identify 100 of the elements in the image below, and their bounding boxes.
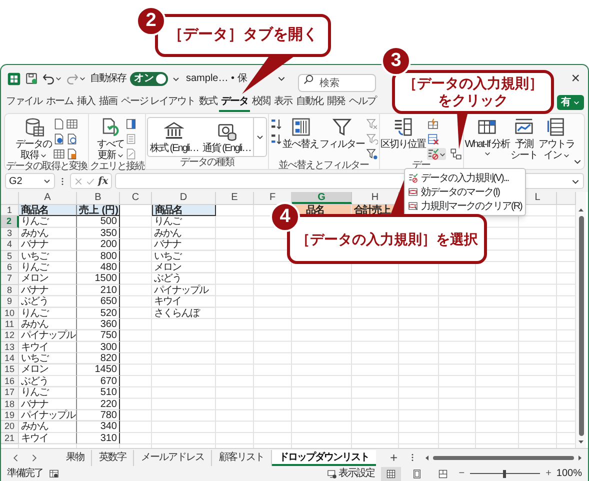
vertical-scrollbar[interactable] xyxy=(576,192,586,448)
row-header[interactable]: 7 xyxy=(1,273,19,285)
web-document-icon[interactable] xyxy=(66,133,78,145)
table-cell: バナナ xyxy=(19,284,77,296)
zoom-slider[interactable] xyxy=(470,468,540,478)
what-if-button[interactable]: What-If 分析 xyxy=(464,117,510,157)
clear-filter-icon[interactable] xyxy=(366,118,378,130)
menu-tab[interactable]: 自動化 xyxy=(294,92,325,112)
row-header[interactable]: 1 xyxy=(1,205,19,216)
row-header[interactable]: 19 xyxy=(1,410,19,422)
table-cell: ぶどう xyxy=(152,273,216,285)
link-document-icon[interactable] xyxy=(125,148,137,160)
forecast-sheet-button[interactable]: 予測 シート xyxy=(510,117,538,161)
row-header[interactable]: 4 xyxy=(1,239,19,251)
menu-tab[interactable]: ヘルプ xyxy=(346,92,378,112)
sort-button[interactable]: 並べ替え xyxy=(282,117,319,150)
table-cell: メロン xyxy=(152,262,216,274)
normal-view-icon xyxy=(386,468,396,478)
row-header[interactable]: 17 xyxy=(1,387,19,399)
share-button[interactable]: 有 xyxy=(557,94,584,110)
row-header[interactable]: 8 xyxy=(1,284,19,296)
row-header[interactable]: 15 xyxy=(1,364,19,376)
zoom-in-button[interactable]: + xyxy=(546,466,550,481)
remove-duplicates-icon[interactable] xyxy=(426,133,439,145)
insert-function-label[interactable]: fx xyxy=(98,174,108,188)
menu-tab[interactable]: 挿入 xyxy=(75,92,97,112)
table-cell: 210 xyxy=(77,284,120,296)
autosave-label: 自動保存 xyxy=(90,72,126,86)
table-cell: 310 xyxy=(77,432,120,444)
flash-fill-icon[interactable] xyxy=(426,118,439,130)
close-button[interactable]: × xyxy=(567,71,584,86)
status-text: 準備完了 xyxy=(7,466,43,481)
menu-tab[interactable]: ホーム xyxy=(44,92,75,112)
table-icon[interactable] xyxy=(66,118,78,130)
text-to-columns-button[interactable]: 区切り位置 xyxy=(380,117,426,150)
row-header[interactable]: 3 xyxy=(1,228,19,240)
column-header[interactable]: A xyxy=(19,192,77,204)
data-type-button[interactable]: 通貨 (Engli… xyxy=(200,118,253,156)
callout: ［データの入力規則］をクリック xyxy=(392,70,554,114)
panel-icon[interactable] xyxy=(125,118,137,130)
autosave-toggle[interactable]: オン xyxy=(130,72,168,86)
bank-icon xyxy=(164,120,184,140)
step-badge: 2 xyxy=(136,6,166,36)
sheet-tab[interactable]: ドロップダウンリスト xyxy=(272,450,376,466)
row-header[interactable]: 16 xyxy=(1,376,19,388)
add-sheet-button[interactable]: + xyxy=(390,451,398,464)
step-badge: 3 xyxy=(381,46,411,76)
row-header[interactable]: 20 xyxy=(1,421,19,433)
name-box[interactable]: G2 xyxy=(5,173,55,189)
column-header[interactable]: C xyxy=(120,192,152,204)
sort-descending-icon[interactable] xyxy=(270,133,282,145)
undo-icon[interactable] xyxy=(42,72,55,85)
row-header[interactable]: 5 xyxy=(1,250,19,262)
menu-tab[interactable]: 校閲 xyxy=(250,92,272,112)
data-type-button[interactable]: 株式 (Engli… xyxy=(148,118,200,156)
get-data-button[interactable]: データの 取得 xyxy=(16,117,52,161)
menu-tab[interactable]: ファイル xyxy=(4,92,44,112)
sort-ascending-icon[interactable] xyxy=(270,118,282,130)
row-header[interactable]: 9 xyxy=(1,296,19,308)
row-header[interactable]: 6 xyxy=(1,262,19,274)
table-icon[interactable] xyxy=(52,148,64,160)
zoom-out-button[interactable]: − xyxy=(458,466,464,481)
display-settings-button[interactable]: 表示設定 xyxy=(326,466,375,481)
spreadsheet-app-icon xyxy=(7,72,21,86)
row-header[interactable]: 18 xyxy=(1,398,19,410)
redo-icon[interactable] xyxy=(66,72,79,85)
zoom-level: 100% xyxy=(556,467,582,481)
search-field[interactable]: 検索 xyxy=(298,74,376,92)
menu-tab[interactable]: 開発 xyxy=(324,92,347,112)
document-icon[interactable] xyxy=(66,148,78,160)
column-header[interactable]: G xyxy=(292,192,352,204)
outline-button[interactable]: アウトラ イン xyxy=(538,117,575,161)
menu-item[interactable]: データの入力規則(V)... xyxy=(406,171,524,185)
data-validation-icon xyxy=(408,173,418,183)
menu-tab[interactable]: 描画 xyxy=(97,92,119,112)
view-button[interactable] xyxy=(380,466,401,480)
refresh-all-button[interactable]: すべて 更新 xyxy=(97,117,124,161)
relationships-icon[interactable] xyxy=(450,148,462,160)
row-header[interactable]: 21 xyxy=(1,432,19,444)
column-header[interactable]: E xyxy=(216,192,254,204)
document-icon[interactable] xyxy=(52,118,64,130)
info-document-icon[interactable] xyxy=(52,133,64,145)
column-header[interactable]: B xyxy=(77,192,120,204)
data-validation-button[interactable] xyxy=(426,148,446,160)
row-header[interactable]: 14 xyxy=(1,353,19,364)
filter-button[interactable]: フィルター xyxy=(320,117,365,150)
accessibility-icon[interactable] xyxy=(49,468,59,478)
row-header[interactable]: 2 xyxy=(1,216,19,228)
row-header[interactable]: 10 xyxy=(1,308,19,319)
row-header[interactable]: 13 xyxy=(1,342,19,354)
save-icon[interactable] xyxy=(25,72,38,85)
menu-tab[interactable]: ページ レイアウト xyxy=(119,92,197,112)
column-header[interactable]: D xyxy=(152,192,216,204)
menu-tab[interactable]: 数式 xyxy=(196,92,219,112)
caret-icon xyxy=(573,98,580,106)
row-header[interactable]: 12 xyxy=(1,330,19,342)
customize-caret-icon[interactable] xyxy=(172,74,180,82)
advanced-filter-icon[interactable] xyxy=(366,148,378,160)
row-header[interactable]: 11 xyxy=(1,318,19,330)
menu-tab[interactable]: 表示 xyxy=(272,92,294,112)
